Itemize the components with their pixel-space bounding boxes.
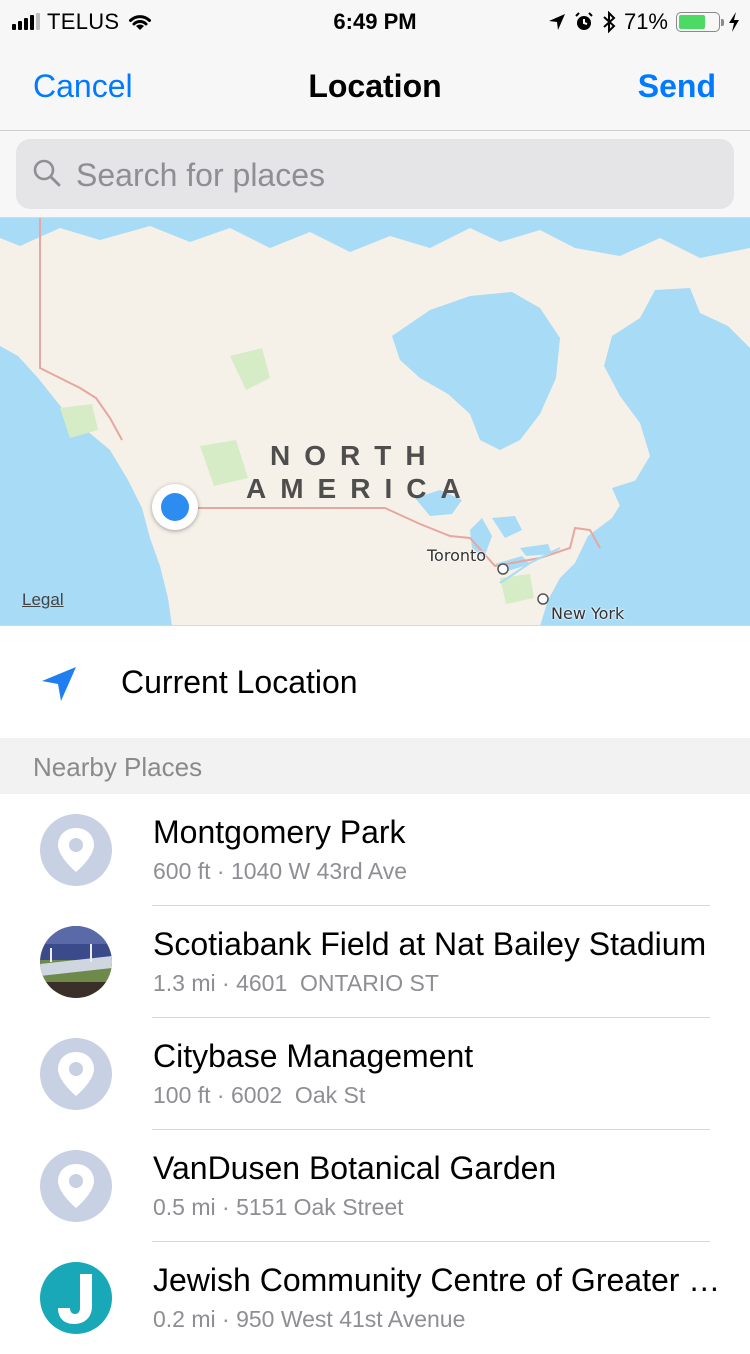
search-box[interactable] bbox=[16, 139, 734, 211]
map-city-toronto: Toronto bbox=[427, 546, 487, 565]
user-location-dot bbox=[152, 484, 198, 530]
list-item[interactable]: Montgomery Park 600 ft · 1040 W 43rd Ave bbox=[0, 794, 750, 906]
place-detail: 1.3 mi · 4601 ONTARIO ST bbox=[153, 970, 439, 996]
list-item[interactable]: Citybase Management 100 ft · 6002 Oak St bbox=[0, 1018, 750, 1130]
cancel-button[interactable]: Cancel bbox=[33, 68, 133, 105]
place-name: Montgomery Park bbox=[153, 814, 406, 850]
place-detail: 100 ft · 6002 Oak St bbox=[153, 1082, 366, 1108]
map-view[interactable]: NORTH AMERICA Toronto New York Legal bbox=[0, 218, 750, 626]
map-legal-link[interactable]: Legal bbox=[22, 590, 64, 610]
navigation-bar: Cancel Location Send bbox=[0, 44, 750, 131]
current-location-row[interactable]: Current Location bbox=[0, 627, 750, 738]
status-bar: TELUS 6:49 PM 71% bbox=[0, 0, 750, 44]
alarm-icon bbox=[575, 12, 593, 30]
pin-icon bbox=[40, 1150, 112, 1222]
list-item[interactable]: Scotiabank Field at Nat Bailey Stadium 1… bbox=[0, 906, 750, 1018]
newyork-marker-icon bbox=[537, 593, 549, 605]
place-detail: 0.5 mi · 5151 Oak Street bbox=[153, 1194, 404, 1220]
section-header-label: Nearby Places bbox=[33, 752, 203, 782]
location-arrow-icon bbox=[548, 14, 565, 30]
place-detail: 600 ft · 1040 W 43rd Ave bbox=[153, 858, 408, 884]
place-name: VanDusen Botanical Garden bbox=[153, 1150, 557, 1186]
place-name: Scotiabank Field at Nat Bailey Stadium bbox=[153, 926, 707, 962]
search-input[interactable] bbox=[74, 139, 718, 211]
section-header-nearby: Nearby Places bbox=[0, 738, 750, 794]
map-label-america: AMERICA bbox=[246, 473, 475, 504]
place-name: Citybase Management bbox=[153, 1038, 474, 1074]
jcc-logo bbox=[40, 1262, 112, 1334]
toronto-marker-icon bbox=[497, 563, 509, 575]
place-detail: 0.2 mi · 950 West 41st Avenue bbox=[153, 1306, 466, 1332]
battery-fill bbox=[679, 15, 705, 29]
pin-icon bbox=[40, 814, 112, 886]
map-city-newyork: New York bbox=[551, 604, 625, 623]
current-location-label: Current Location bbox=[121, 664, 358, 700]
bluetooth-icon bbox=[603, 11, 616, 33]
status-right: 71% bbox=[548, 8, 740, 36]
search-icon bbox=[33, 159, 61, 187]
battery-percent: 71% bbox=[623, 9, 668, 34]
list-item[interactable]: VanDusen Botanical Garden 0.5 mi · 5151 … bbox=[0, 1130, 750, 1242]
charging-icon bbox=[729, 12, 739, 32]
map-label-north: NORTH bbox=[270, 440, 440, 471]
pin-icon bbox=[40, 1038, 112, 1110]
location-arrow-icon bbox=[42, 667, 76, 701]
send-button[interactable]: Send bbox=[638, 68, 716, 105]
map-canvas bbox=[0, 218, 750, 625]
search-bar bbox=[0, 131, 750, 218]
stadium-photo bbox=[40, 926, 112, 998]
list-item[interactable]: Jewish Community Centre of Greater Vanco… bbox=[0, 1242, 750, 1354]
battery-icon bbox=[676, 12, 724, 32]
place-name: Jewish Community Centre of Greater Vanco… bbox=[153, 1262, 723, 1298]
